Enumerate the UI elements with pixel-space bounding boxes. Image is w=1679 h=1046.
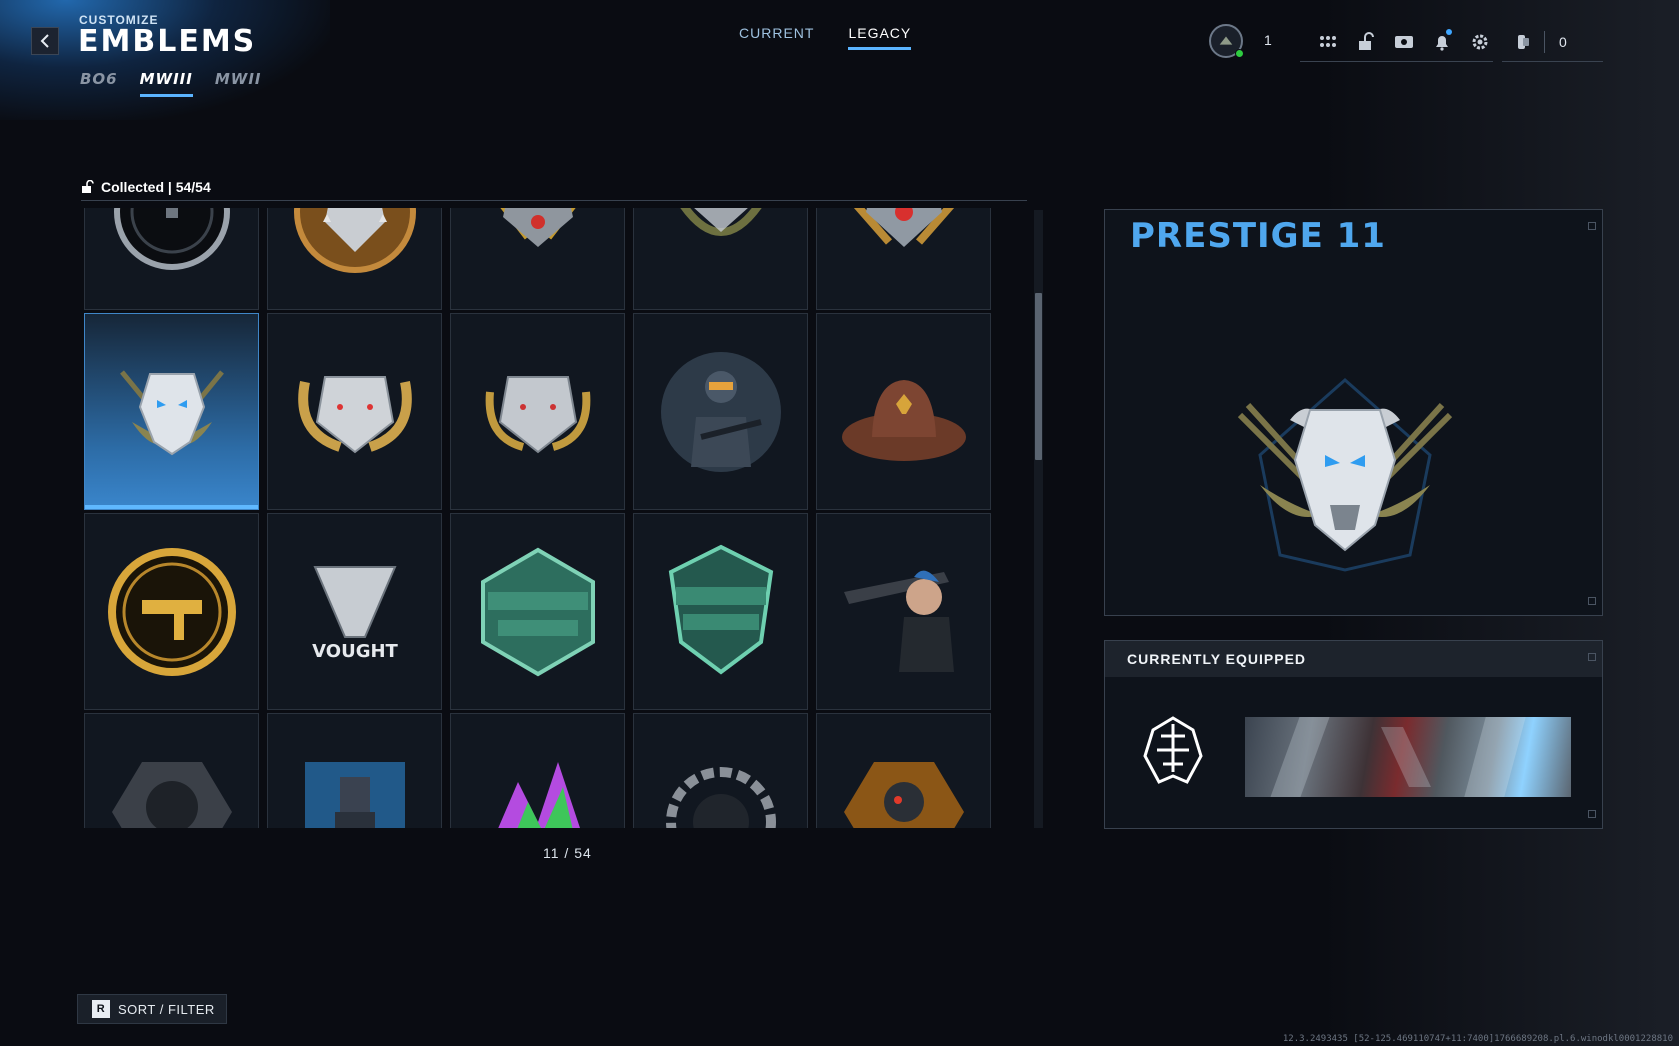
bell-icon[interactable] xyxy=(1430,28,1454,54)
emblem-tile[interactable] xyxy=(633,313,808,510)
back-button[interactable] xyxy=(31,27,59,55)
emblem-tile[interactable] xyxy=(816,208,991,310)
online-status-dot xyxy=(1235,49,1244,58)
gold-smg-emblem xyxy=(107,547,236,676)
emblem-tile[interactable] xyxy=(816,513,991,710)
emblem-tile[interactable] xyxy=(84,313,259,510)
corner-decoration xyxy=(1588,653,1596,661)
ranked-season-three-emblem xyxy=(668,544,773,674)
sort-filter-label: SORT / FILTER xyxy=(118,1001,215,1017)
tab-mwii[interactable]: MWII xyxy=(215,70,262,97)
unlock-icon[interactable] xyxy=(1354,30,1378,54)
emblem-tile[interactable] xyxy=(633,208,808,310)
emblem-tile[interactable]: VOUGHT xyxy=(267,513,442,710)
corner-decoration xyxy=(1588,810,1596,818)
build-version: 12.3.2493435 [52-125.469110747+11:7400]1… xyxy=(1282,1034,1673,1044)
prestige-buffalo-emblem-large xyxy=(1237,377,1453,572)
vought-logo-emblem: VOUGHT xyxy=(312,565,398,662)
gold-horn-bear-emblem xyxy=(297,375,412,453)
equipped-calling-card xyxy=(1245,717,1571,797)
collection-count: Collected | 54/54 xyxy=(101,179,211,195)
currency-icon xyxy=(1518,34,1529,49)
corner-decoration xyxy=(1588,222,1596,230)
emblem-tile[interactable] xyxy=(450,513,625,710)
equipped-emblem-icon xyxy=(1143,716,1203,784)
sniper-operator-emblem xyxy=(843,570,954,672)
gear-icon[interactable] xyxy=(1468,30,1492,54)
neon-splash-emblem xyxy=(497,761,580,828)
header-glow xyxy=(0,0,330,120)
currency-value: 0 xyxy=(1559,33,1567,50)
laurel-buffalo-emblem xyxy=(680,208,761,236)
equipped-header: CURRENTLY EQUIPPED xyxy=(1105,641,1602,677)
tab-legacy[interactable]: LEGACY xyxy=(848,25,912,50)
dark-ring-emblem xyxy=(113,208,230,270)
emblem-tile[interactable] xyxy=(450,313,625,510)
masked-operator-emblem xyxy=(111,761,232,828)
emblem-tile[interactable] xyxy=(633,713,808,828)
emblem-tile[interactable] xyxy=(84,208,259,310)
emblem-tile[interactable] xyxy=(450,208,625,310)
prestige-buffalo-emblem xyxy=(119,369,224,455)
gold-wolf-emblem xyxy=(500,208,575,247)
page-title: EMBLEMS xyxy=(78,24,257,59)
rank-chevron-icon xyxy=(1219,36,1233,45)
emblem-tile[interactable] xyxy=(84,713,259,828)
ranked-season-two-emblem xyxy=(480,547,595,676)
page-indicator: 11 / 54 xyxy=(543,845,592,861)
notification-dot xyxy=(1446,28,1452,35)
collection-status: Collected | 54/54 xyxy=(81,179,211,195)
emblem-tile[interactable] xyxy=(633,513,808,710)
grid-icon[interactable] xyxy=(1316,30,1340,54)
water-tower-emblem xyxy=(304,761,405,828)
emblem-tile[interactable] xyxy=(450,713,625,828)
emblem-tile[interactable] xyxy=(267,208,442,310)
store-icon[interactable] xyxy=(1392,30,1416,54)
game-tabs: BO6 MWIII MWII xyxy=(80,70,261,97)
emblem-tile[interactable] xyxy=(816,713,991,828)
unlock-icon xyxy=(82,180,94,193)
red-eye-wolf-emblem xyxy=(853,208,954,247)
emblem-grid[interactable]: VOUGHT xyxy=(84,208,1030,828)
emblem-tile[interactable] xyxy=(84,513,259,710)
emblem-tile[interactable] xyxy=(267,313,442,510)
r-key-icon: R xyxy=(92,1000,110,1018)
emblem-tile[interactable] xyxy=(816,313,991,510)
tab-mwiii[interactable]: MWIII xyxy=(139,70,193,97)
orange-operator-emblem xyxy=(843,761,964,828)
scrollbar-thumb[interactable] xyxy=(1035,293,1042,460)
top-tabs: CURRENT LEGACY xyxy=(739,25,912,50)
player-rank-icon[interactable] xyxy=(1209,24,1244,58)
currently-equipped-panel: CURRENTLY EQUIPPED xyxy=(1104,640,1603,829)
silver-bear-emblem xyxy=(485,375,590,453)
emblem-preview-panel: PRESTIGE 11 xyxy=(1104,209,1603,616)
sheriff-hat-emblem xyxy=(841,379,966,461)
gear-skull-emblem xyxy=(665,766,776,828)
hud-icon-group xyxy=(1300,22,1493,62)
chevron-left-icon xyxy=(40,34,49,48)
bronze-wolf-emblem xyxy=(293,208,416,273)
corner-decoration xyxy=(1588,597,1596,605)
tab-bo6[interactable]: BO6 xyxy=(80,70,118,97)
soldier-portrait-emblem xyxy=(660,351,781,472)
currency-display[interactable]: 0 xyxy=(1502,22,1603,62)
sort-filter-button[interactable]: R SORT / FILTER xyxy=(77,994,227,1024)
divider xyxy=(81,200,1027,201)
player-level: 1 xyxy=(1264,32,1272,48)
emblem-name: PRESTIGE 11 xyxy=(1130,216,1386,256)
svg-text:VOUGHT: VOUGHT xyxy=(312,641,398,662)
emblem-tile[interactable] xyxy=(267,713,442,828)
tab-current[interactable]: CURRENT xyxy=(739,25,814,50)
